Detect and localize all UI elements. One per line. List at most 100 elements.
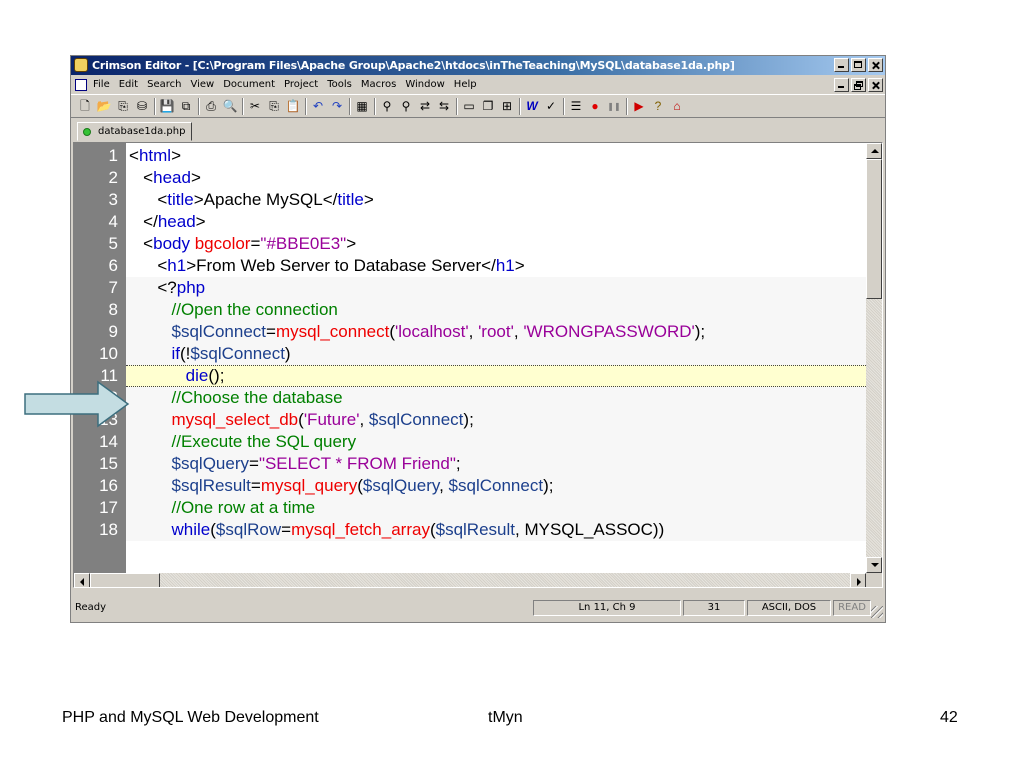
document-restore-button[interactable] (851, 78, 866, 92)
code-line[interactable]: 8 //Open the connection (109, 299, 866, 321)
code-token: h1 (167, 256, 187, 275)
code-line[interactable]: 16 $sqlResult=mysql_query($sqlQuery, $sq… (99, 475, 866, 497)
print-icon[interactable]: ⎙ (203, 99, 219, 114)
menu-macros[interactable]: Macros (361, 76, 396, 94)
undo-icon[interactable]: ↶ (310, 99, 326, 114)
code-line[interactable]: 4 </head> (109, 211, 866, 233)
menu-view[interactable]: View (190, 76, 214, 94)
cut-icon[interactable]: ✂ (247, 99, 263, 114)
code-token: $sqlConnect (448, 476, 544, 495)
code-text: $sqlResult=mysql_query($sqlQuery, $sqlCo… (129, 475, 554, 497)
code-token: , (468, 322, 479, 341)
redo-icon[interactable]: ↷ (329, 99, 345, 114)
horizontal-scrollbar[interactable] (74, 573, 866, 587)
vertical-scroll-thumb[interactable] (866, 159, 882, 299)
document-close-button[interactable] (868, 78, 883, 92)
vertical-scrollbar[interactable] (866, 143, 882, 573)
title-bar[interactable]: Crimson Editor - [C:\Program Files\Apach… (71, 56, 885, 75)
replace-all-icon[interactable]: ⇆ (436, 99, 452, 114)
code-editor[interactable]: 1 <html> 2 <head> 3 <title>Apache MySQL</ti… (73, 142, 883, 588)
code-line[interactable]: 14 //Execute the SQL query (99, 431, 866, 453)
record-macro-icon[interactable]: ● (587, 99, 603, 114)
find-icon[interactable]: ⚲ (379, 99, 395, 114)
save-icon[interactable]: 💾 (159, 99, 175, 114)
help-icon[interactable]: ? (650, 99, 666, 114)
document-minimize-button[interactable] (834, 78, 849, 92)
pause-macro-icon[interactable]: ❚❚ (606, 99, 622, 114)
maximize-button[interactable] (851, 58, 866, 72)
code-token: html (138, 146, 172, 165)
menu-document[interactable]: Document (223, 76, 275, 94)
scroll-down-button[interactable] (866, 557, 882, 573)
word-wrap-icon[interactable]: W (524, 99, 540, 114)
open-remote-icon[interactable]: ⛁ (134, 99, 150, 114)
code-token: (); (208, 366, 225, 385)
tab-database1da-php[interactable]: database1da.php (77, 122, 193, 141)
code-token: >From Web Server to Database Server</ (186, 256, 496, 275)
scroll-right-button[interactable] (850, 573, 866, 587)
code-line[interactable]: 9 $sqlConnect=mysql_connect('localhost',… (109, 321, 866, 343)
close-button[interactable] (868, 58, 883, 72)
menu-window[interactable]: Window (405, 76, 444, 94)
code-token: ); (694, 322, 706, 341)
menu-help[interactable]: Help (454, 76, 477, 94)
code-line[interactable]: 7 <?php (109, 277, 866, 299)
line-numbers-icon[interactable]: ☰ (568, 99, 584, 114)
code-line[interactable]: 2 <head> (109, 167, 866, 189)
code-token: = (266, 322, 276, 341)
minimize-button[interactable] (834, 58, 849, 72)
line-number: 18 (99, 520, 118, 539)
spell-check-icon[interactable]: ✓ (543, 99, 559, 114)
code-token: , (513, 322, 524, 341)
code-line[interactable]: 18 while($sqlRow=mysql_fetch_array($sqlR… (99, 519, 866, 541)
code-text: //Choose the database (129, 387, 343, 409)
directory-icon[interactable]: ⊞ (499, 99, 515, 114)
code-token: head (153, 168, 191, 187)
line-number: 4 (108, 212, 118, 231)
crimson-editor-app-icon[interactable] (74, 58, 88, 72)
code-line[interactable]: 3 <title>Apache MySQL</title> (109, 189, 866, 211)
document-system-icon[interactable] (75, 79, 87, 91)
file-status-icon (83, 128, 91, 136)
print-preview-icon[interactable]: 🔍 (222, 99, 238, 114)
code-token: $sqlConnect (368, 410, 464, 429)
menu-edit[interactable]: Edit (119, 76, 138, 94)
paste-icon[interactable]: 📋 (285, 99, 301, 114)
window-tile-icon[interactable]: ▭ (461, 99, 477, 114)
code-token: die (129, 366, 209, 385)
open-file-icon[interactable]: 📂 (96, 99, 112, 114)
code-line[interactable]: 6 <h1>From Web Server to Database Server… (109, 255, 866, 277)
window-cascade-icon[interactable]: ❐ (480, 99, 496, 114)
code-line[interactable]: 11 die(); (100, 365, 866, 387)
scroll-up-button[interactable] (866, 143, 882, 159)
document-tab-strip: database1da.php (71, 119, 885, 141)
menu-search[interactable]: Search (147, 76, 181, 94)
copy-icon[interactable]: ⎘ (266, 99, 282, 114)
menu-project[interactable]: Project (284, 76, 318, 94)
code-line[interactable]: 1 <html> (109, 145, 866, 167)
code-line[interactable]: 15 $sqlQuery="SELECT * FROM Friend"; (99, 453, 866, 475)
footer-course-title: PHP and MySQL Web Development (62, 709, 319, 726)
column-mode-icon[interactable]: ▦ (354, 99, 370, 114)
scroll-left-button[interactable] (74, 573, 90, 587)
play-macro-icon[interactable]: ▶ (631, 99, 647, 114)
home-icon[interactable]: ⌂ (669, 99, 685, 114)
code-line[interactable]: 5 <body bgcolor="#BBE0E3"> (109, 233, 866, 255)
code-line[interactable]: 17 //One row at a time (99, 497, 866, 519)
menu-file[interactable]: File (93, 76, 110, 94)
code-token: 'root' (478, 322, 514, 341)
code-area[interactable]: 1 <html> 2 <head> 3 <title>Apache MySQL</ti… (99, 145, 866, 541)
menu-tools[interactable]: Tools (327, 76, 352, 94)
save-all-icon[interactable]: ⧉ (178, 99, 194, 114)
new-file-icon[interactable]: 🗋 (77, 99, 93, 114)
find-next-icon[interactable]: ⚲ (398, 99, 414, 114)
open-project-icon[interactable]: ⎘ (115, 99, 131, 114)
replace-icon[interactable]: ⇄ (417, 99, 433, 114)
toolbar-separator (519, 98, 521, 115)
code-line[interactable]: 12 //Choose the database (99, 387, 866, 409)
document-caption-buttons (834, 78, 883, 92)
code-line[interactable]: 10 if(!$sqlConnect) (99, 343, 866, 365)
code-line[interactable]: 13 mysql_select_db('Future', $sqlConnect… (99, 409, 866, 431)
resize-grip-icon[interactable] (871, 606, 883, 618)
horizontal-scroll-thumb[interactable] (90, 573, 160, 587)
